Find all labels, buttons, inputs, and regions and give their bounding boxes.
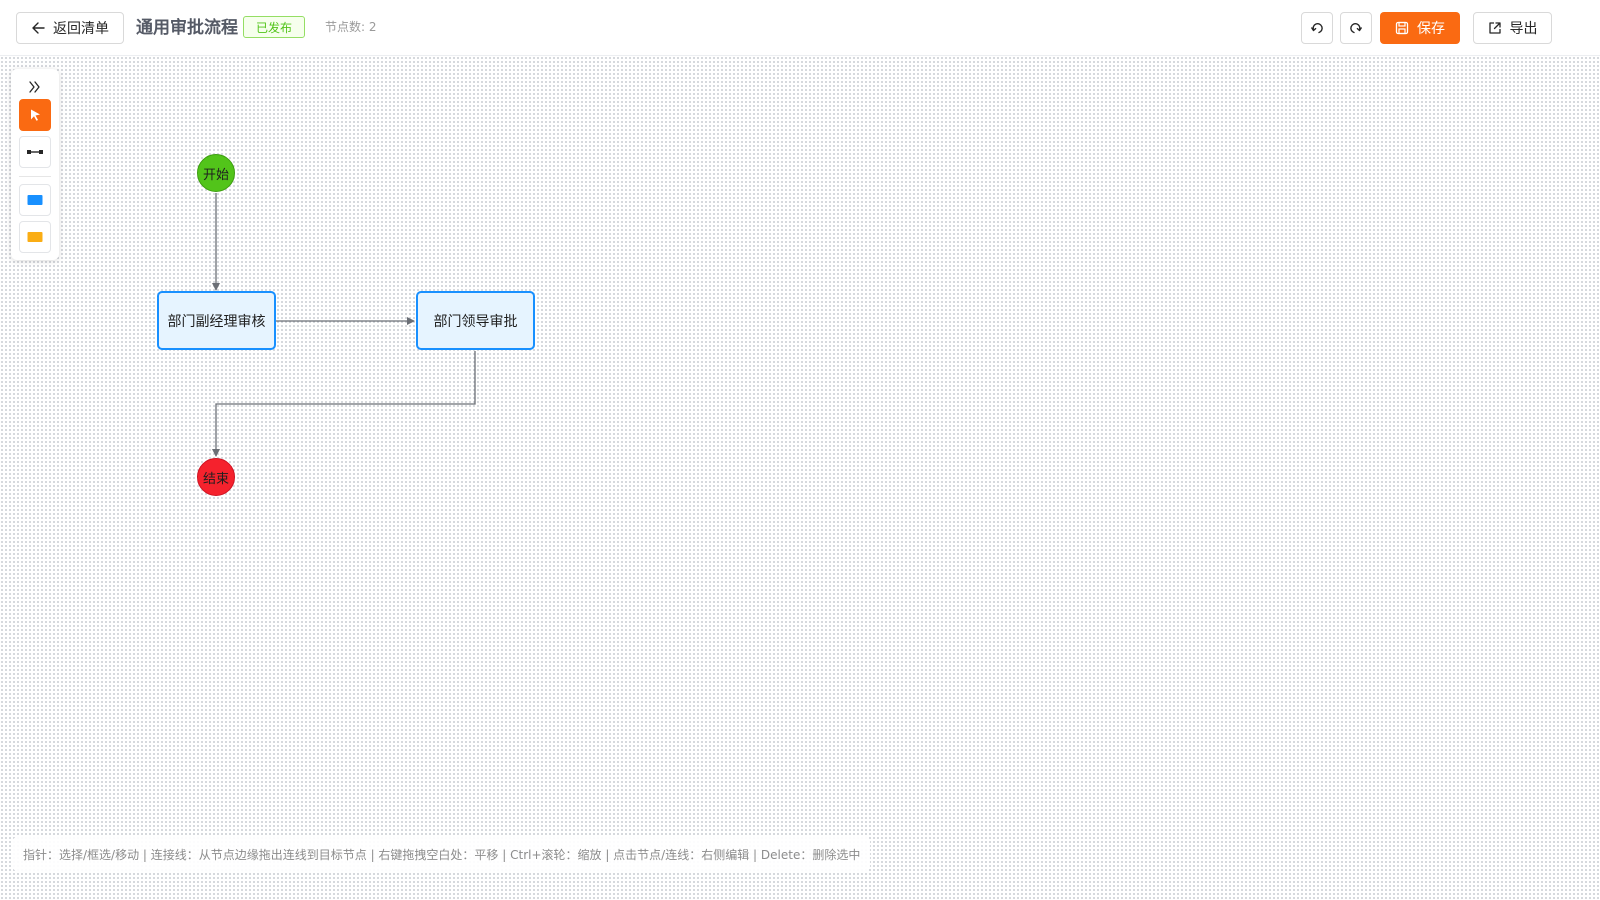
edge-task2-to-end[interactable] xyxy=(212,351,476,457)
pointer-tool[interactable] xyxy=(19,99,51,131)
task-node-leader-approval[interactable]: 部门领导审批 xyxy=(416,291,535,350)
connector-tool[interactable] xyxy=(19,136,51,168)
collapse-toggle[interactable] xyxy=(23,79,47,95)
flow-canvas[interactable]: 开始 部门副经理审核 部门领导审批 结束 xyxy=(0,56,1600,900)
connector-line-icon xyxy=(27,150,43,154)
shortcut-hint-bar: 指针：选择/框选/移动 | 连接线：从节点边缘拖出连线到目标节点 | 右键拖拽空… xyxy=(13,837,871,871)
export-icon xyxy=(1488,22,1501,34)
cursor-arrow-icon xyxy=(31,109,40,121)
task-node-tool[interactable] xyxy=(19,184,51,216)
save-button[interactable]: 保存 xyxy=(1380,12,1460,44)
tool-palette xyxy=(11,69,59,260)
page-title: 通用审批流程 xyxy=(136,18,238,38)
back-button-label: 返回清单 xyxy=(53,21,109,37)
redo-icon xyxy=(1350,23,1362,34)
task-node-label: 部门领导审批 xyxy=(433,313,518,330)
blue-rectangle-icon xyxy=(27,195,43,205)
export-button-label: 导出 xyxy=(1509,21,1538,37)
node-count: 节点数: 2 xyxy=(325,20,377,34)
status-badge: 已发布 xyxy=(243,16,305,38)
arrow-left-icon xyxy=(32,22,45,34)
end-node-label: 结束 xyxy=(202,471,229,487)
gateway-node-tool[interactable] xyxy=(19,221,51,253)
yellow-rectangle-icon xyxy=(27,232,43,242)
flow-edges xyxy=(212,193,476,457)
start-node-label: 开始 xyxy=(202,167,229,183)
save-button-label: 保存 xyxy=(1417,21,1445,37)
back-to-list-button[interactable]: 返回清单 xyxy=(16,12,124,44)
export-button[interactable]: 导出 xyxy=(1473,12,1552,44)
undo-button[interactable] xyxy=(1301,12,1333,44)
top-toolbar: 返回清单 通用审批流程 已发布 节点数: 2 保存 导出 xyxy=(0,0,1600,56)
redo-button[interactable] xyxy=(1340,12,1372,44)
task-node-deputy-manager-review[interactable]: 部门副经理审核 xyxy=(157,291,276,350)
double-chevron-right-icon xyxy=(29,81,40,93)
task-node-label: 部门副经理审核 xyxy=(167,313,266,330)
save-icon xyxy=(1395,21,1409,35)
start-node[interactable]: 开始 xyxy=(197,154,235,192)
undo-icon xyxy=(1311,23,1323,34)
end-node[interactable]: 结束 xyxy=(197,458,235,496)
toolbox-divider xyxy=(19,176,51,177)
